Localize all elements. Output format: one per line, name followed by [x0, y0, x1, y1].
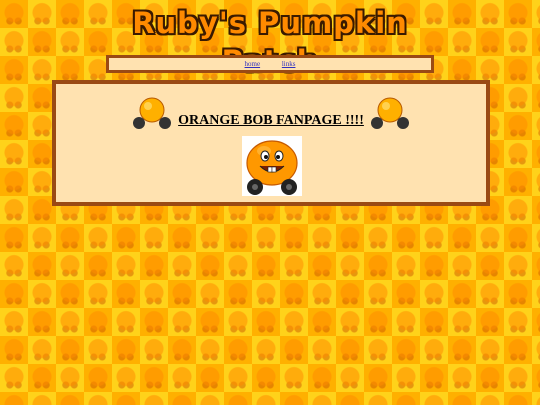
- title-row: ORANGE BOB FANPAGE !!!!: [56, 96, 486, 132]
- pumpkin-car-icon: [370, 97, 409, 129]
- site-logo: Ruby's Pumpkin Patch: [132, 6, 408, 78]
- orange-bob-face-icon: [242, 136, 302, 196]
- pumpkin-car-icon: [133, 97, 172, 129]
- nav-bar: home links: [106, 55, 434, 73]
- nav-link-links[interactable]: links: [282, 60, 296, 68]
- main-panel: ORANGE BOB FANPAGE !!!!: [52, 80, 490, 206]
- nav-link-home[interactable]: home: [245, 60, 261, 68]
- page-title: ORANGE BOB FANPAGE !!!!: [178, 113, 364, 128]
